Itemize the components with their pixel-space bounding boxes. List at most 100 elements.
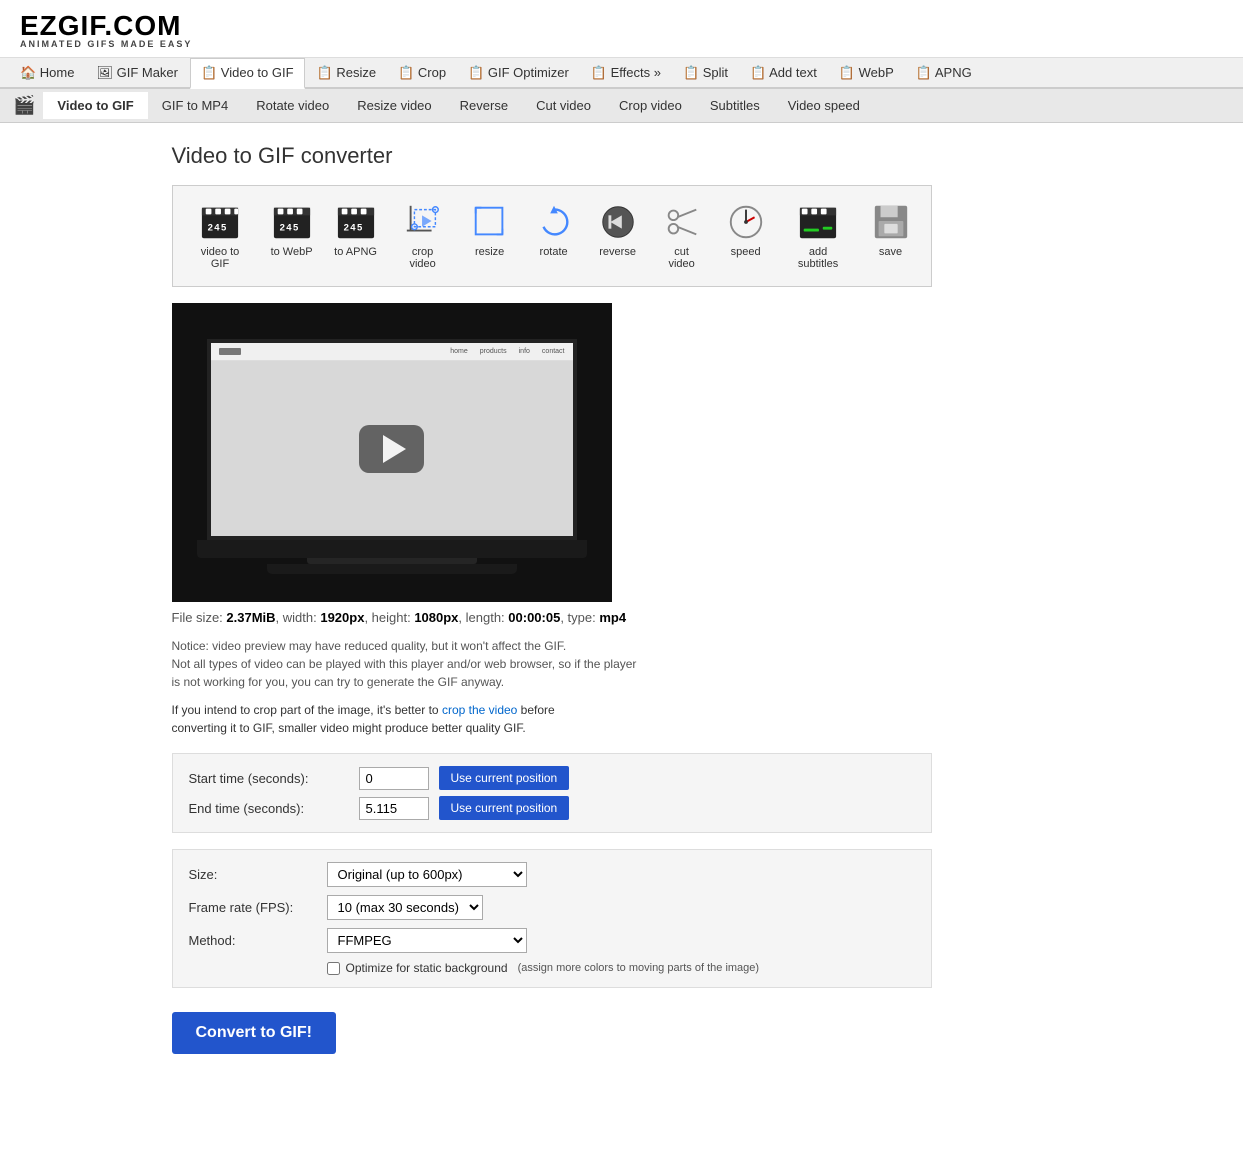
screen-logo (219, 348, 241, 355)
sub-nav-rotate-video[interactable]: Rotate video (242, 92, 343, 119)
end-time-input[interactable] (359, 797, 429, 820)
size-select[interactable]: Original (up to 600px) 320px 480px 640px (327, 862, 527, 887)
tool-label: add subtitles (788, 246, 849, 270)
svg-text:5: 5 (357, 223, 363, 234)
sub-nav-reverse[interactable]: Reverse (446, 92, 522, 119)
play-button[interactable] (359, 425, 424, 473)
width-label: , width: (276, 610, 321, 625)
svg-text:2: 2 (208, 223, 213, 234)
play-arrow-icon (383, 435, 406, 463)
optimize-note: (assign more colors to moving parts of t… (518, 962, 760, 974)
end-time-label: End time (seconds): (189, 801, 349, 816)
tool-label: to APNG (334, 246, 377, 258)
method-select[interactable]: FFMPEG ImageMagick (327, 928, 527, 953)
fps-row: Frame rate (FPS): 10 (max 30 seconds) 15… (189, 895, 915, 920)
size-label: Size: (189, 867, 319, 882)
sub-nav-icon: 🎬 (5, 89, 43, 122)
main-content: Video to GIF converter 2 4 5 video to GI… (142, 123, 1102, 1074)
sub-nav: 🎬 Video to GIF GIF to MP4 Rotate video R… (0, 89, 1243, 123)
notice-line3: is not working for you, you can try to g… (172, 673, 1072, 691)
tool-speed[interactable]: speed (716, 196, 776, 264)
nav-crop[interactable]: 📋 Crop (388, 59, 456, 87)
fps-select[interactable]: 10 (max 30 seconds) 15 20 25 30 (327, 895, 483, 920)
crop-icon (403, 202, 443, 242)
tool-add-subtitles[interactable]: add subtitles (780, 196, 857, 276)
nav-video-to-gif[interactable]: 📋 Video to GIF (190, 58, 305, 89)
settings-section: Size: Original (up to 600px) 320px 480px… (172, 849, 932, 988)
tool-label: save (879, 246, 902, 258)
nav-resize[interactable]: 📋 Resize (307, 59, 387, 87)
tool-crop-video[interactable]: crop video (390, 196, 456, 276)
tool-label: reverse (599, 246, 636, 258)
method-label: Method: (189, 933, 319, 948)
tool-label: speed (731, 246, 761, 258)
top-nav: 🏠 Home 🖼 GIF Maker 📋 Video to GIF 📋 Resi… (0, 58, 1243, 89)
svg-text:4: 4 (214, 223, 220, 234)
nav-webp[interactable]: 📋 WebP (829, 59, 904, 87)
tool-save[interactable]: save (861, 196, 921, 264)
length-label: , length: (458, 610, 508, 625)
tool-reverse[interactable]: reverse (588, 196, 648, 264)
tool-label: cut video (660, 246, 704, 270)
screen-nav-link: products (480, 348, 507, 355)
method-row: Method: FFMPEG ImageMagick (189, 928, 915, 953)
sub-nav-crop-video[interactable]: Crop video (605, 92, 696, 119)
start-time-label: Start time (seconds): (189, 771, 349, 786)
timing-section: Start time (seconds): Use current positi… (172, 753, 932, 833)
video-player[interactable]: home products info contact (172, 303, 612, 602)
tool-rotate[interactable]: rotate (524, 196, 584, 264)
end-time-row: End time (seconds): Use current position (189, 796, 915, 820)
sub-nav-gif-to-mp4[interactable]: GIF to MP4 (148, 92, 242, 119)
sub-nav-video-to-gif[interactable]: Video to GIF (43, 92, 147, 119)
tool-to-apng[interactable]: 2 4 5 to APNG (326, 196, 386, 264)
page-title: Video to GIF converter (172, 143, 1072, 169)
sub-nav-cut-video[interactable]: Cut video (522, 92, 605, 119)
logo-main: EZGIF.COM (20, 12, 1223, 40)
nav-add-text[interactable]: 📋 Add text (740, 59, 827, 87)
fps-label: Frame rate (FPS): (189, 900, 319, 915)
file-height: 1080px (414, 610, 458, 625)
crop-video-link[interactable]: crop the video (442, 703, 517, 717)
nav-gif-optimizer[interactable]: 📋 GIF Optimizer (458, 59, 579, 87)
screen-nav-link: contact (542, 348, 565, 355)
laptop-base (267, 564, 517, 574)
nav-home[interactable]: 🏠 Home (10, 59, 84, 87)
nav-gif-maker[interactable]: 🖼 GIF Maker (86, 59, 188, 87)
nav-effects[interactable]: 📋 Effects » (581, 59, 671, 87)
nav-split[interactable]: 📋 Split (673, 59, 738, 87)
tool-video-to-gif[interactable]: 2 4 5 video to GIF (183, 196, 258, 276)
header: EZGIF.COM ANIMATED GIFS MADE EASY (0, 0, 1243, 58)
convert-btn[interactable]: Convert to GIF! (172, 1012, 336, 1054)
notice-line1: Notice: video preview may have reduced q… (172, 637, 1072, 655)
crop-notice: If you intend to crop part of the image,… (172, 701, 1072, 737)
rotate-icon (534, 202, 574, 242)
file-size: 2.37MiB (226, 610, 275, 625)
screen-nav-link: info (519, 348, 530, 355)
svg-text:2: 2 (343, 223, 348, 234)
logo: EZGIF.COM ANIMATED GIFS MADE EASY (20, 12, 1223, 49)
height-label: , height: (364, 610, 414, 625)
file-width: 1920px (320, 610, 364, 625)
use-current-start-btn[interactable]: Use current position (439, 766, 570, 790)
optimize-label: Optimize for static background (346, 961, 508, 975)
start-time-input[interactable] (359, 767, 429, 790)
optimize-row: Optimize for static background (assign m… (189, 961, 915, 975)
tool-label: resize (475, 246, 504, 258)
tool-resize[interactable]: resize (460, 196, 520, 264)
svg-text:2: 2 (279, 223, 284, 234)
sub-nav-resize-video[interactable]: Resize video (343, 92, 445, 119)
crop-notice-1: If you intend to crop part of the image,… (172, 703, 442, 717)
tool-label: crop video (398, 246, 448, 270)
nav-apng[interactable]: 📋 APNG (906, 59, 982, 87)
file-length: 00:00:05 (508, 610, 560, 625)
tool-label: video to GIF (191, 246, 250, 270)
size-row: Size: Original (up to 600px) 320px 480px… (189, 862, 915, 887)
crop-notice-2: before (517, 703, 554, 717)
sub-nav-video-speed[interactable]: Video speed (774, 92, 874, 119)
logo-sub: ANIMATED GIFS MADE EASY (20, 40, 1223, 49)
optimize-checkbox[interactable] (327, 962, 340, 975)
tool-to-webp[interactable]: 2 4 5 to WebP (262, 196, 322, 264)
sub-nav-subtitles[interactable]: Subtitles (696, 92, 774, 119)
use-current-end-btn[interactable]: Use current position (439, 796, 570, 820)
tool-cut-video[interactable]: cut video (652, 196, 712, 276)
